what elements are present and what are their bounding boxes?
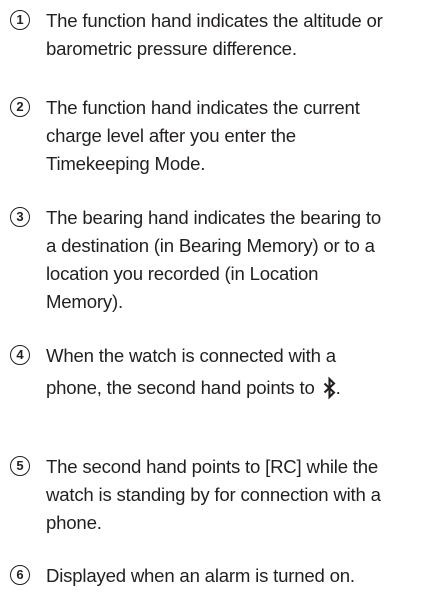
item-2-line-3: Timekeeping Mode. <box>46 153 206 174</box>
item-text-3: The bearing hand indicates the bearing t… <box>46 204 432 316</box>
item-5-line-1: The second hand points to [RC] while the <box>46 456 379 477</box>
item-text-4: When the watch is connected with a phone… <box>46 342 432 408</box>
item-3-line-4: Memory). <box>46 291 123 312</box>
step-number-2: 2 <box>10 97 30 117</box>
bluetooth-icon <box>323 376 336 408</box>
step-number-5: 5 <box>10 456 30 476</box>
item-2-line-1: The function hand indicates the current <box>46 97 360 118</box>
item-3-line-1: The bearing hand indicates the bearing t… <box>46 207 381 228</box>
item-text-1: The function hand indicates the altitude… <box>46 7 432 63</box>
item-1-line-1: The function hand indicates the altitude… <box>46 10 383 31</box>
item-4-trailing-period: . <box>335 377 341 398</box>
item-4-line-1: When the watch is connected with a <box>46 345 336 366</box>
item-3-line-2: a destination (in Bearing Memory) or to … <box>46 235 375 256</box>
item-text-5: The second hand points to [RC] while the… <box>46 453 432 537</box>
item-6-line-1: Displayed when an alarm is turned on. <box>46 565 355 586</box>
item-4-line-2-text: phone, the second hand points to <box>46 377 315 398</box>
step-number-6: 6 <box>10 565 30 585</box>
step-number-3: 3 <box>10 207 30 227</box>
item-text-6: Displayed when an alarm is turned on. <box>46 562 432 590</box>
item-5-line-2: watch is standing by for connection with… <box>46 484 381 505</box>
item-2-line-2: charge level after you enter the <box>46 125 296 146</box>
item-4-line-2: phone, the second hand points to. <box>46 374 432 408</box>
item-3-line-3: location you recorded (in Location <box>46 263 319 284</box>
item-text-2: The function hand indicates the current … <box>46 94 432 178</box>
item-5-line-3: phone. <box>46 512 102 533</box>
step-number-1: 1 <box>10 10 30 30</box>
item-1-line-2: barometric pressure difference. <box>46 38 297 59</box>
step-number-4: 4 <box>10 345 30 365</box>
